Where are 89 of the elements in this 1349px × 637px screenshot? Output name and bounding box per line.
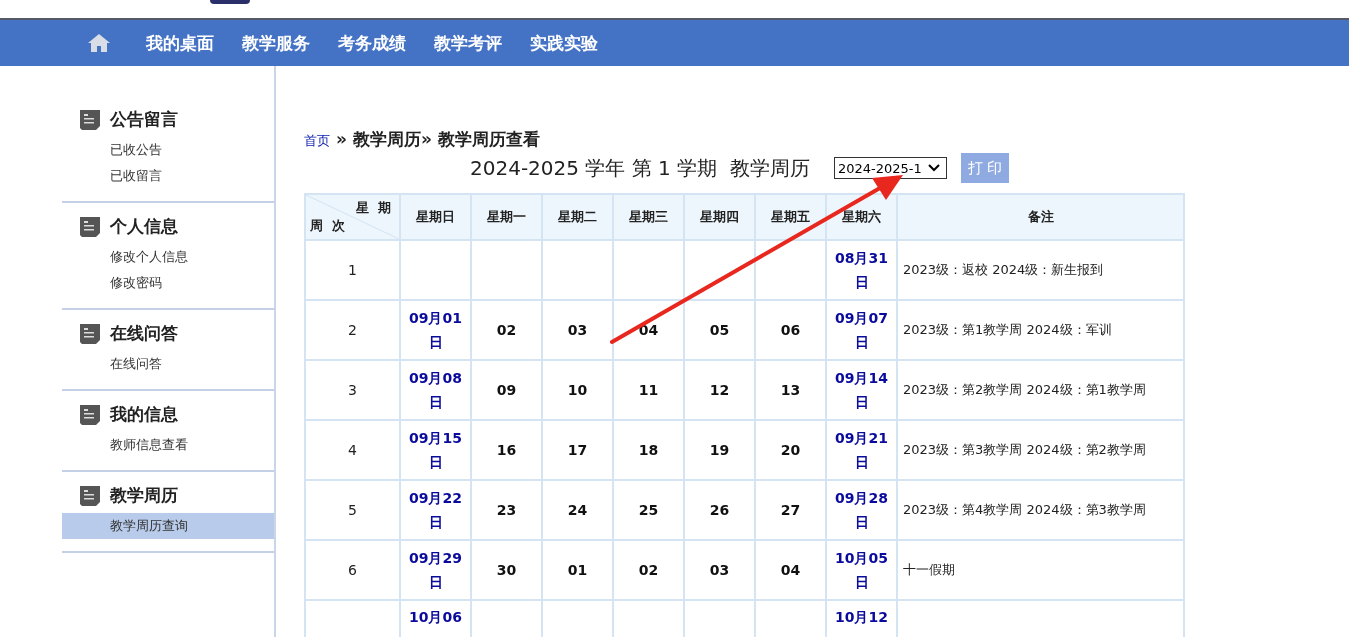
day-cell: 12 <box>684 360 755 420</box>
column-header: 星期二 <box>542 194 613 240</box>
date-cell-text: 09月08日 <box>408 369 463 412</box>
sidebar-item[interactable]: 在线问答 <box>62 351 274 377</box>
breadcrumb-trail: » 教学周历» 教学周历查看 <box>336 128 540 151</box>
home-icon[interactable] <box>88 34 110 52</box>
list-icon <box>80 216 100 237</box>
day-cell: 30 <box>471 540 542 600</box>
day-cell: 25 <box>613 480 684 540</box>
day-cell: 10 <box>542 360 613 420</box>
week-cell: 3 <box>305 360 400 420</box>
nav-link[interactable]: 我的桌面 <box>146 31 214 55</box>
day-cell: 11 <box>613 360 684 420</box>
week-cell: 1 <box>305 240 400 300</box>
day-cell: 27 <box>755 480 826 540</box>
note-cell: 2023级：第4教学周 2024级：第3教学周 <box>897 480 1184 540</box>
list-icon <box>80 404 100 425</box>
nav-link[interactable]: 考务成绩 <box>338 31 406 55</box>
date-cell-text: 09月01日 <box>408 309 463 352</box>
day-cell: 05 <box>684 300 755 360</box>
day-cell: 03 <box>542 300 613 360</box>
section-title: 我的信息 <box>110 403 178 426</box>
sidebar-item[interactable]: 修改个人信息 <box>62 244 274 270</box>
list-icon <box>80 485 100 506</box>
column-header: 备注 <box>897 194 1184 240</box>
nav-link[interactable]: 教学服务 <box>242 31 310 55</box>
column-header: 星期一 <box>471 194 542 240</box>
note-cell: 2023级：第3教学周 2024级：第2教学周 <box>897 420 1184 480</box>
day-cell: 17 <box>542 420 613 480</box>
note-cell: 2023级：返校 2024级：新生报到 <box>897 240 1184 300</box>
sidebar-item[interactable]: 教师信息查看 <box>62 432 274 458</box>
date-cell-text: 10月06 <box>408 608 463 627</box>
day-cell: 01 <box>542 540 613 600</box>
column-header: 星期三 <box>613 194 684 240</box>
day-cell: 26 <box>684 480 755 540</box>
corner-label: 周 次 <box>310 217 347 235</box>
date-cell-text: 10月05日 <box>834 549 889 592</box>
list-icon <box>80 109 100 130</box>
day-cell: 03 <box>684 540 755 600</box>
section-title: 公告留言 <box>110 108 178 131</box>
day-cell: 19 <box>684 420 755 480</box>
week-cell: 6 <box>305 540 400 600</box>
home-link[interactable]: 首页 <box>304 132 330 150</box>
date-cell-text: 09月07日 <box>834 309 889 352</box>
note-cell: 2023级：第1教学周 2024级：军训 <box>897 300 1184 360</box>
day-cell: 06 <box>755 300 826 360</box>
date-cell-text: 09月22日 <box>408 489 463 532</box>
day-cell: 20 <box>755 420 826 480</box>
column-header: 星期四 <box>684 194 755 240</box>
day-cell: 23 <box>471 480 542 540</box>
sidebar-item[interactable]: 修改密码 <box>62 270 274 296</box>
day-cell: 24 <box>542 480 613 540</box>
day-cell: 02 <box>613 540 684 600</box>
week-cell: 5 <box>305 480 400 540</box>
column-header: 星期五 <box>755 194 826 240</box>
nav-link[interactable]: 实践实验 <box>530 31 598 55</box>
section-title: 个人信息 <box>110 215 178 238</box>
column-header: 星期日 <box>400 194 471 240</box>
term-select[interactable]: 2024-2025-1 <box>833 157 947 179</box>
note-cell: 十一假期 <box>897 540 1184 600</box>
section-title: 教学周历 <box>110 484 178 507</box>
sidebar-item[interactable]: 教学周历查询 <box>62 513 274 539</box>
day-cell: 13 <box>755 360 826 420</box>
day-cell: 04 <box>613 300 684 360</box>
caret-icon <box>927 164 940 172</box>
date-cell-text: 09月15日 <box>408 429 463 472</box>
logo-icon <box>210 0 250 4</box>
date-cell-text: 08月31日 <box>834 249 889 292</box>
sidebar-item[interactable]: 已收留言 <box>62 163 274 189</box>
sidebar-item[interactable]: 已收公告 <box>62 137 274 163</box>
day-cell: 16 <box>471 420 542 480</box>
week-cell: 2 <box>305 300 400 360</box>
date-cell-text: 09月29日 <box>408 549 463 592</box>
date-cell-text: 09月28日 <box>834 489 889 532</box>
date-cell-text: 10月12 <box>834 608 889 627</box>
note-cell: 2023级：第2教学周 2024级：第1教学周 <box>897 360 1184 420</box>
section-title: 在线问答 <box>110 322 178 345</box>
page-title: 2024-2025 学年 第 1 学期 教学周历 <box>470 154 810 182</box>
day-cell: 04 <box>755 540 826 600</box>
list-icon <box>80 323 100 344</box>
corner-label: 星 期 <box>356 199 393 217</box>
date-cell-text: 09月14日 <box>834 369 889 412</box>
date-cell-text: 09月21日 <box>834 429 889 472</box>
nav-link[interactable]: 教学考评 <box>434 31 502 55</box>
day-cell: 09 <box>471 360 542 420</box>
day-cell: 02 <box>471 300 542 360</box>
column-header: 星期六 <box>826 194 897 240</box>
day-cell: 18 <box>613 420 684 480</box>
week-cell: 4 <box>305 420 400 480</box>
